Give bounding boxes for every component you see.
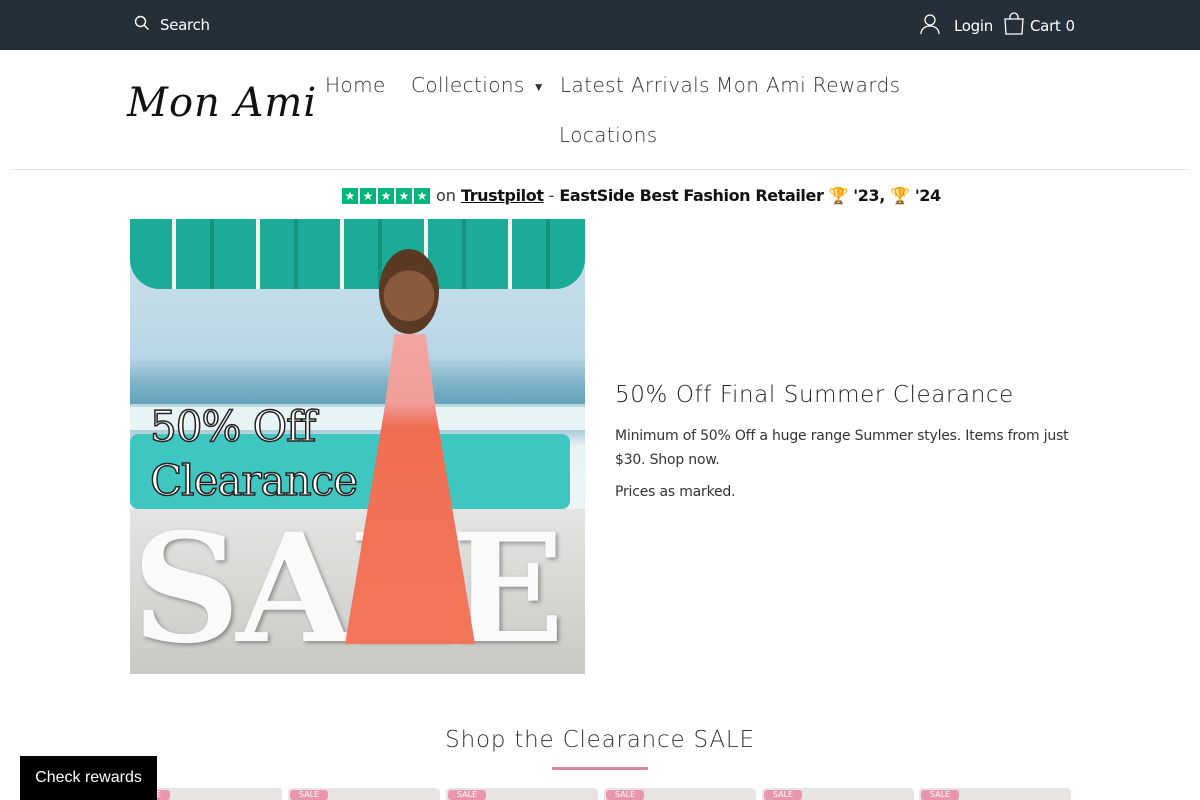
product-card[interactable]: SALE xyxy=(446,788,598,800)
logo[interactable]: Mon Ami xyxy=(127,80,317,126)
star-icon: ★ xyxy=(360,187,376,204)
sale-badge: SALE xyxy=(764,790,802,800)
hero-title: 50% Off Final Summer Clearance xyxy=(615,382,1014,408)
hero-image-line1: 50% Off xyxy=(149,401,317,452)
product-card[interactable]: SALE xyxy=(604,788,756,800)
product-card[interactable]: SALE xyxy=(919,788,1071,800)
search-input[interactable] xyxy=(160,16,360,34)
sale-badge: SALE xyxy=(606,790,644,800)
nav-latest-arrivals[interactable]: Latest Arrivals xyxy=(560,73,710,97)
cart-link[interactable]: Cart 0 xyxy=(1002,12,1075,40)
product-card[interactable]: SALE xyxy=(762,788,914,800)
chevron-down-icon: ▼ xyxy=(532,79,546,94)
star-icon: ★ xyxy=(342,187,358,204)
star-icon: ★ xyxy=(414,187,430,204)
cart-label: Cart xyxy=(1030,17,1061,35)
trust-separator: - xyxy=(548,186,555,205)
sale-badge: SALE xyxy=(290,790,328,800)
trust-on-text: on xyxy=(436,186,456,205)
sale-badge: SALE xyxy=(921,790,959,800)
nav-collections[interactable]: Collections ▼ xyxy=(411,73,545,97)
nav-rewards[interactable]: Mon Ami Rewards xyxy=(716,73,901,97)
top-bar: Login Cart 0 xyxy=(0,0,1200,50)
hero-image-line2: Clearance xyxy=(149,455,359,506)
search-icon[interactable] xyxy=(134,15,150,35)
nav-home[interactable]: Home xyxy=(325,73,386,97)
trustpilot-strip: ★ ★ ★ ★ ★ on Trustpilot - EastSide Best … xyxy=(342,186,941,205)
user-icon xyxy=(919,13,954,39)
shopping-bag-icon xyxy=(1002,12,1030,40)
sale-badge: SALE xyxy=(448,790,486,800)
hero-note: Prices as marked. xyxy=(615,484,736,500)
trustpilot-stars: ★ ★ ★ ★ ★ xyxy=(342,187,430,204)
login-link[interactable]: Login xyxy=(919,13,993,39)
header-divider xyxy=(12,169,1188,170)
product-row: SALE SALE SALE SALE SALE SALE xyxy=(130,788,1071,800)
awning-graphic xyxy=(130,219,585,289)
hero-description: Minimum of 50% Off a huge range Summer s… xyxy=(615,428,1069,468)
nav-locations[interactable]: Locations xyxy=(559,123,658,147)
product-card[interactable]: SALE xyxy=(288,788,440,800)
model-head-graphic xyxy=(379,249,439,334)
award-text: EastSide Best Fashion Retailer 🏆 '23, 🏆 … xyxy=(559,186,941,205)
login-label: Login xyxy=(954,17,993,35)
cart-count: 0 xyxy=(1065,17,1076,35)
star-icon: ★ xyxy=(378,187,394,204)
hero-sale-text: SALE xyxy=(132,501,565,674)
nav-collections-label: Collections xyxy=(411,73,525,97)
star-icon: ★ xyxy=(396,187,412,204)
trustpilot-link[interactable]: Trustpilot xyxy=(461,186,544,205)
check-rewards-button[interactable]: Check rewards xyxy=(20,756,157,800)
section-title: Shop the Clearance SALE xyxy=(445,727,755,753)
search-area[interactable] xyxy=(134,14,360,36)
section-underline xyxy=(552,767,648,770)
hero-image[interactable]: SALE 50% Off Clearance xyxy=(130,219,585,674)
